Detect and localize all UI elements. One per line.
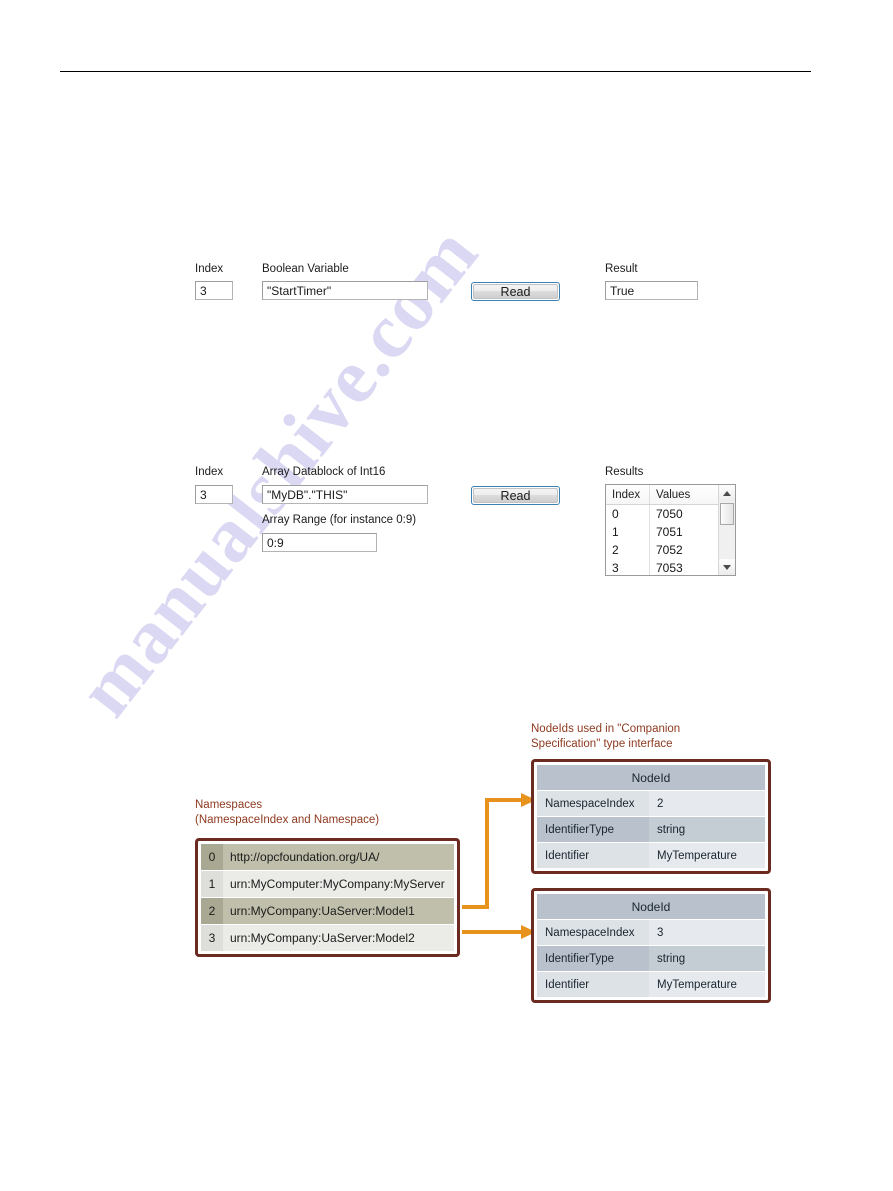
nodeid-caption-line1: NodeIds used in "Companion	[531, 723, 681, 735]
nodeid-key: NamespaceIndex	[537, 920, 649, 945]
table-row: Identifier MyTemperature	[537, 972, 765, 997]
array-range-input[interactable]: 0:9	[262, 533, 377, 552]
nodeid-value: string	[649, 946, 765, 971]
scrollbar-thumb[interactable]	[720, 503, 734, 525]
array-datablock-input[interactable]: "MyDB"."THIS"	[262, 485, 428, 504]
table-row: Identifier MyTemperature	[537, 843, 765, 868]
nodeid-table-title: NodeId	[537, 765, 765, 790]
results-scrollbar[interactable]	[718, 485, 735, 575]
boolean-result-output: True	[605, 281, 698, 300]
array-results-label: Results	[605, 466, 644, 478]
boolean-variable-input[interactable]: "StartTimer"	[262, 281, 428, 300]
nodeid-key: Identifier	[537, 843, 649, 868]
nodeid-key: Identifier	[537, 972, 649, 997]
results-cell-value: 7053	[656, 561, 683, 575]
namespace-index: 1	[201, 871, 223, 897]
scroll-up-button[interactable]	[719, 485, 735, 501]
nodeid-caption: NodeIds used in "Companion Specification…	[531, 722, 680, 752]
table-row: NamespaceIndex 2	[537, 791, 765, 816]
results-cell-index: 0	[606, 505, 650, 523]
namespace-uri: urn:MyComputer:MyCompany:MyServer	[223, 871, 454, 897]
table-row: IdentifierType string	[537, 817, 765, 842]
results-cell-index: 1	[606, 523, 650, 541]
array-read-button[interactable]: Read	[471, 486, 560, 505]
results-listview-body: Index Values 0 7050 1 7051 2 7052 3 7053	[606, 485, 718, 575]
boolean-index-input[interactable]: 3	[195, 281, 233, 300]
results-cell-value: 7052	[656, 543, 683, 557]
namespaces-caption-line2: (NamespaceIndex and Namespace)	[195, 814, 380, 826]
array-read-button-label: Read	[473, 488, 558, 503]
results-header-row: Index Values	[606, 485, 718, 505]
nodeid-value: MyTemperature	[649, 972, 765, 997]
chevron-up-icon	[723, 490, 731, 496]
results-cell-value: 7050	[656, 507, 683, 521]
table-row: IdentifierType string	[537, 946, 765, 971]
array-range-label: Array Range (for instance 0:9)	[262, 514, 417, 526]
namespaces-table: 0 http://opcfoundation.org/UA/ 1 urn:MyC…	[195, 838, 460, 957]
results-listview[interactable]: Index Values 0 7050 1 7051 2 7052 3 7053	[605, 484, 736, 576]
namespace-uri: http://opcfoundation.org/UA/	[223, 844, 454, 870]
array-datablock-label: Array Datablock of Int16	[262, 466, 386, 478]
nodeid-key: IdentifierType	[537, 817, 649, 842]
results-cell-value: 7051	[656, 525, 683, 539]
nodeid-key: NamespaceIndex	[537, 791, 649, 816]
chevron-down-icon	[723, 564, 731, 570]
table-row: NamespaceIndex 3	[537, 920, 765, 945]
nodeid-table-model1: NodeId NamespaceIndex 2 IdentifierType s…	[531, 759, 771, 874]
namespaces-caption-line1: Namespaces	[195, 799, 263, 811]
boolean-read-button-label: Read	[473, 284, 558, 299]
namespace-uri: urn:MyCompany:UaServer:Model1	[223, 898, 454, 924]
list-item[interactable]: 0 http://opcfoundation.org/UA/	[201, 844, 454, 870]
results-header-values: Values	[656, 488, 691, 501]
table-row[interactable]: 1 7051	[606, 523, 718, 541]
nodeid-value: MyTemperature	[649, 843, 765, 868]
results-cell-index: 3	[606, 559, 650, 575]
namespaces-caption: Namespaces (NamespaceIndex and Namespace…	[195, 798, 379, 828]
list-item[interactable]: 2 urn:MyCompany:UaServer:Model1	[201, 898, 454, 924]
list-item[interactable]: 1 urn:MyComputer:MyCompany:MyServer	[201, 871, 454, 897]
namespace-index: 0	[201, 844, 223, 870]
table-row[interactable]: 3 7053	[606, 559, 718, 575]
array-index-input[interactable]: 3	[195, 485, 233, 504]
namespace-index: 2	[201, 898, 223, 924]
boolean-variable-label: Boolean Variable	[262, 263, 349, 275]
nodeid-value: 2	[649, 791, 765, 816]
results-cell-index: 2	[606, 541, 650, 559]
namespace-index: 3	[201, 925, 223, 951]
table-row[interactable]: 0 7050	[606, 505, 718, 523]
table-row[interactable]: 2 7052	[606, 541, 718, 559]
list-item[interactable]: 3 urn:MyCompany:UaServer:Model2	[201, 925, 454, 951]
nodeid-value: 3	[649, 920, 765, 945]
nodeid-value: string	[649, 817, 765, 842]
nodeid-caption-line2: Specification" type interface	[531, 738, 673, 750]
scroll-down-button[interactable]	[719, 559, 735, 575]
boolean-read-button[interactable]: Read	[471, 282, 560, 301]
boolean-result-label: Result	[605, 263, 638, 275]
array-index-label: Index	[195, 466, 224, 478]
nodeid-table-title: NodeId	[537, 894, 765, 919]
nodeid-table-model2: NodeId NamespaceIndex 3 IdentifierType s…	[531, 888, 771, 1003]
namespace-uri: urn:MyCompany:UaServer:Model2	[223, 925, 454, 951]
nodeid-key: IdentifierType	[537, 946, 649, 971]
results-header-index: Index	[606, 485, 650, 504]
boolean-index-label: Index	[195, 263, 224, 275]
